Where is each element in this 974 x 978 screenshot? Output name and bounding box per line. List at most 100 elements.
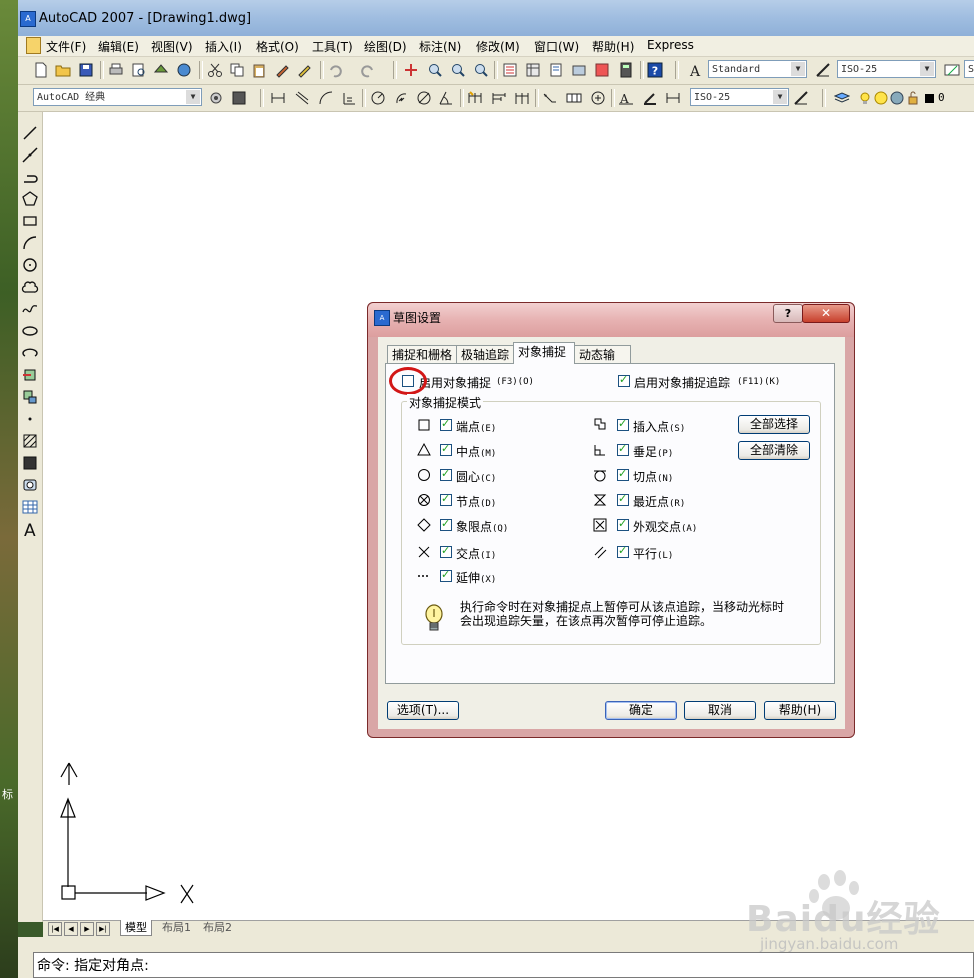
open-folder-icon[interactable] <box>55 62 71 78</box>
tab-snap-grid[interactable]: 捕捉和栅格 <box>387 345 457 364</box>
radius-dim-icon[interactable] <box>370 90 386 106</box>
paste-icon[interactable] <box>251 62 267 78</box>
dim-text-edit-icon[interactable] <box>642 90 658 106</box>
point-tool-icon[interactable] <box>21 410 39 428</box>
table-style-icon[interactable] <box>944 62 960 78</box>
dim-style-dropdown[interactable]: ISO-25 ▼ <box>837 60 936 78</box>
menu-file[interactable]: 文件(F) <box>46 38 86 55</box>
menu-insert[interactable]: 插入(I) <box>205 38 242 55</box>
menu-format[interactable]: 格式(O) <box>256 38 299 55</box>
help-icon[interactable]: ? <box>647 62 663 78</box>
menu-modify[interactable]: 修改(M) <box>476 38 520 55</box>
last-tab-icon[interactable]: ▶| <box>96 922 110 936</box>
insertion-checkbox[interactable] <box>617 417 629 431</box>
tab-polar-tracking[interactable]: 极轴追踪 <box>456 345 514 364</box>
make-block-icon[interactable] <box>21 388 39 406</box>
menu-dimension[interactable]: 标注(N) <box>419 38 461 55</box>
tool-palettes-icon[interactable] <box>548 62 564 78</box>
redo-icon[interactable] <box>360 62 376 78</box>
arc-length-icon[interactable] <box>318 90 334 106</box>
next-tab-icon[interactable]: ▶ <box>80 922 94 936</box>
hatch-tool-icon[interactable] <box>21 432 39 450</box>
ellipse-tool-icon[interactable] <box>21 322 39 340</box>
multiline-text-icon[interactable]: A <box>21 520 39 538</box>
layer-on-icon[interactable] <box>857 90 873 106</box>
dim-style-manager-icon[interactable] <box>793 90 809 106</box>
linear-dim-icon[interactable] <box>270 90 286 106</box>
region-tool-icon[interactable] <box>21 476 39 494</box>
calculator-icon[interactable] <box>618 62 634 78</box>
rectangle-tool-icon[interactable] <box>21 212 39 230</box>
angular-dim-icon[interactable] <box>438 90 454 106</box>
enable-tracking-checkbox[interactable] <box>618 373 630 387</box>
copy-icon[interactable] <box>229 62 245 78</box>
baseline-dim-icon[interactable] <box>491 90 507 106</box>
zoom-previous-icon[interactable] <box>473 62 489 78</box>
jogged-dim-icon[interactable] <box>393 90 409 106</box>
aligned-dim-icon[interactable] <box>294 90 310 106</box>
design-center-icon[interactable] <box>525 62 541 78</box>
dialog-help-icon[interactable]: ? <box>773 304 803 323</box>
ok-button[interactable]: 确定 <box>605 701 677 720</box>
construction-line-icon[interactable] <box>21 146 39 164</box>
tab-object-snap[interactable]: 对象捕捉 <box>513 342 575 364</box>
table-style-dropdown[interactable]: S <box>964 60 974 78</box>
command-line-input[interactable] <box>33 952 974 978</box>
ellipse-arc-icon[interactable] <box>21 344 39 362</box>
new-file-icon[interactable] <box>33 62 49 78</box>
cut-icon[interactable] <box>207 62 223 78</box>
layer-lock-icon[interactable] <box>905 90 921 106</box>
clear-all-button[interactable]: 全部清除 <box>738 441 810 460</box>
quick-leader-icon[interactable] <box>542 90 558 106</box>
polygon-tool-icon[interactable] <box>21 190 39 208</box>
diameter-dim-icon[interactable] <box>416 90 432 106</box>
layer-freeze-icon[interactable] <box>873 90 889 106</box>
quick-dim-icon[interactable] <box>467 90 483 106</box>
gradient-tool-icon[interactable] <box>21 454 39 472</box>
print-preview-icon[interactable] <box>131 62 147 78</box>
menu-draw[interactable]: 绘图(D) <box>364 38 407 55</box>
center-checkbox[interactable] <box>440 467 452 481</box>
dim-update-icon[interactable] <box>665 90 681 106</box>
autocad-app-icon[interactable]: A <box>20 11 36 27</box>
intersection-checkbox[interactable] <box>440 544 452 558</box>
sheet-set-icon[interactable] <box>571 62 587 78</box>
layer-manager-icon[interactable] <box>834 90 850 106</box>
save-icon[interactable] <box>78 62 94 78</box>
tab-dynamic-input[interactable]: 动态输入 <box>574 345 631 381</box>
select-all-button[interactable]: 全部选择 <box>738 415 810 434</box>
block-editor-icon[interactable] <box>297 62 313 78</box>
print-icon[interactable] <box>108 62 124 78</box>
endpoint-checkbox[interactable] <box>440 417 452 431</box>
nearest-checkbox[interactable] <box>617 492 629 506</box>
arc-tool-icon[interactable] <box>21 234 39 252</box>
layer-color-icon[interactable] <box>921 90 937 106</box>
quadrant-checkbox[interactable] <box>440 517 452 531</box>
help-button[interactable]: 帮助(H) <box>764 701 836 720</box>
undo-icon[interactable] <box>327 62 343 78</box>
spline-tool-icon[interactable] <box>21 300 39 318</box>
menu-help[interactable]: 帮助(H) <box>592 38 634 55</box>
options-button[interactable]: 选项(T)... <box>387 701 459 720</box>
prev-tab-icon[interactable]: ◀ <box>64 922 78 936</box>
workspace-dropdown[interactable]: AutoCAD 经典 ▼ <box>33 88 202 106</box>
first-tab-icon[interactable]: |◀ <box>48 922 62 936</box>
menu-tools[interactable]: 工具(T) <box>312 38 353 55</box>
polyline-tool-icon[interactable] <box>21 168 39 186</box>
dim-edit-icon[interactable]: A <box>618 90 634 106</box>
parallel-checkbox[interactable] <box>617 544 629 558</box>
text-style-icon[interactable]: A <box>687 62 703 78</box>
cancel-button[interactable]: 取消 <box>684 701 756 720</box>
circle-tool-icon[interactable] <box>21 256 39 274</box>
midpoint-checkbox[interactable] <box>440 442 452 456</box>
extension-checkbox[interactable] <box>440 568 452 582</box>
zoom-realtime-icon[interactable] <box>427 62 443 78</box>
menu-view[interactable]: 视图(V) <box>151 38 193 55</box>
current-layer-name[interactable]: 0 <box>938 91 945 104</box>
text-style-dropdown[interactable]: Standard ▼ <box>708 60 807 78</box>
ordinate-dim-icon[interactable] <box>341 90 357 106</box>
line-tool-icon[interactable] <box>21 124 39 142</box>
revision-cloud-icon[interactable] <box>21 278 39 296</box>
pan-icon[interactable] <box>403 62 419 78</box>
etransmit-icon[interactable] <box>176 62 192 78</box>
